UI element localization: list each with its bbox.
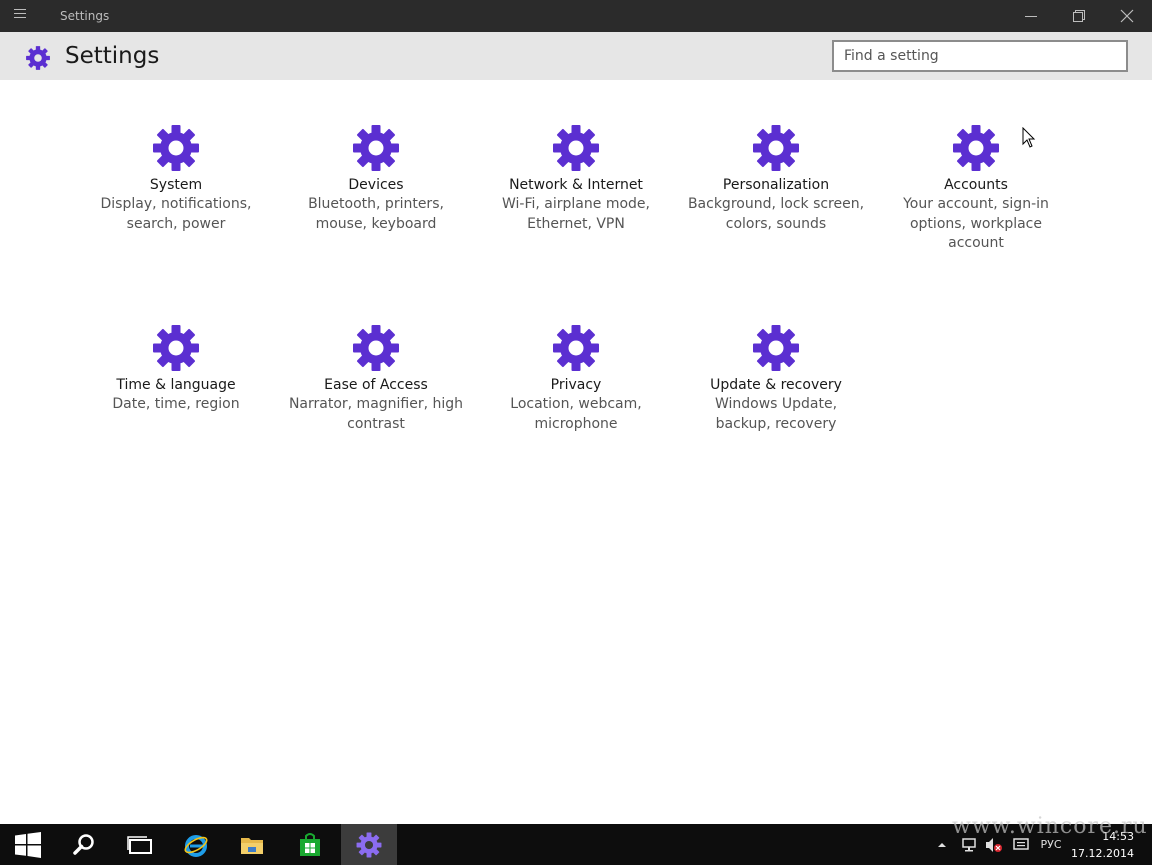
ie-icon [184, 834, 208, 857]
category-description: Bluetooth, printers, mouse, keyboard [308, 196, 444, 232]
category-update-recovery[interactable]: Update & recovery Windows Update, backup,… [676, 324, 876, 434]
search-input[interactable] [832, 40, 1128, 72]
category-name: Devices [348, 177, 404, 193]
hamburger-menu-icon[interactable] [14, 8, 34, 24]
gear-icon [953, 125, 999, 171]
category-name: Update & recovery [710, 377, 842, 393]
gear-icon [353, 325, 399, 371]
watermark-text: www.wincore.ru [952, 814, 1148, 839]
category-devices[interactable]: Devices Bluetooth, printers, mouse, keybo… [276, 124, 476, 234]
internet-explorer-button[interactable] [168, 824, 224, 865]
task-view-icon [127, 835, 152, 854]
store-button[interactable] [282, 824, 338, 865]
mouse-cursor-icon [1022, 127, 1036, 148]
clock-date: 17.12.2014 [1071, 847, 1134, 860]
restore-icon [1073, 10, 1085, 22]
category-name: System [149, 177, 203, 193]
category-description: Your account, sign-in options, workplace a… [903, 196, 1049, 251]
gear-icon [753, 125, 799, 171]
store-icon [300, 832, 320, 856]
category-description: Background, lock screen, colors, sounds [687, 196, 865, 232]
task-view-button[interactable] [112, 824, 168, 865]
category-time-language[interactable]: Time & language Date, time, region [76, 324, 276, 415]
window-title: Settings [60, 9, 110, 23]
category-description: Windows Update, backup, recovery [714, 396, 838, 432]
start-icon [15, 831, 41, 858]
settings-header: Settings [0, 32, 1152, 80]
settings-icon [356, 832, 382, 857]
category-description: Date, time, region [112, 396, 240, 412]
category-network-internet[interactable]: Network & Internet Wi-Fi, airplane mode,… [476, 124, 676, 234]
chevron-up-icon [938, 842, 946, 847]
search-taskbar-button[interactable] [56, 824, 112, 865]
minimize-icon [1025, 16, 1037, 17]
category-name: Personalization [722, 177, 830, 193]
gear-icon [353, 125, 399, 171]
category-system[interactable]: System Display, notifications, search, po… [76, 124, 276, 234]
category-description: Display, notifications, search, power [100, 196, 252, 232]
settings-taskbar-button[interactable] [341, 824, 397, 865]
file-explorer-button[interactable] [224, 824, 280, 865]
category-name: Accounts [944, 177, 1008, 193]
restore-button[interactable] [1056, 0, 1102, 32]
category-ease-of-access[interactable]: Ease of Access Narrator, magnifier, high… [276, 324, 476, 434]
tray-overflow-button[interactable] [934, 824, 950, 865]
category-name: Time & language [116, 377, 236, 393]
file-explorer-icon [241, 837, 263, 854]
category-name: Ease of Access [324, 377, 428, 393]
category-description: Narrator, magnifier, high contrast [288, 396, 464, 432]
notifications-icon [1013, 837, 1029, 850]
gear-icon [26, 46, 50, 70]
category-personalization[interactable]: Personalization Background, lock screen,… [676, 124, 876, 234]
gear-icon [753, 325, 799, 371]
page-title: Settings [65, 43, 160, 69]
gear-icon [553, 125, 599, 171]
category-description: Wi-Fi, airplane mode, Ethernet, VPN [502, 196, 650, 232]
title-bar: Settings [0, 0, 1152, 32]
minimize-button[interactable] [1008, 0, 1054, 32]
close-icon [1120, 9, 1134, 23]
gear-icon [153, 125, 199, 171]
gear-icon [153, 325, 199, 371]
category-name: Privacy [550, 377, 602, 393]
category-privacy[interactable]: Privacy Location, webcam, microphone [476, 324, 676, 434]
category-accounts[interactable]: Accounts Your account, sign-in options, w… [876, 124, 1076, 254]
start-button[interactable] [0, 824, 56, 865]
category-name: Network & Internet [509, 177, 643, 193]
category-description: Location, webcam, microphone [510, 396, 642, 432]
close-button[interactable] [1104, 0, 1150, 32]
gear-icon [553, 325, 599, 371]
search-icon [73, 833, 94, 855]
